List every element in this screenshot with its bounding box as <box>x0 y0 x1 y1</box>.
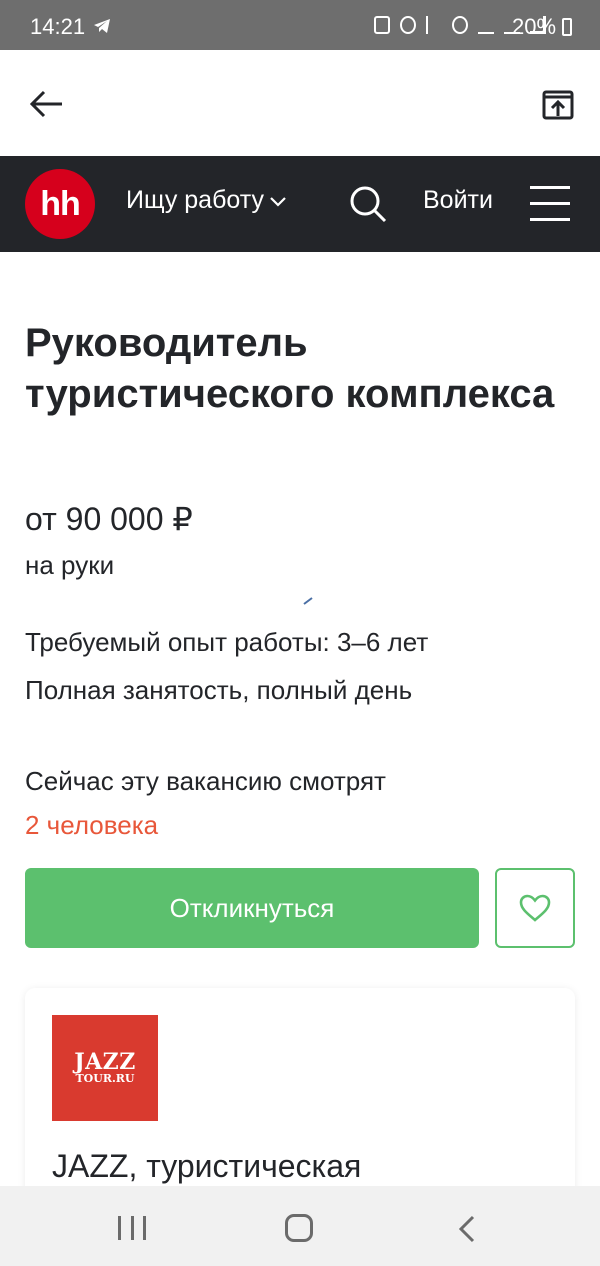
vacancy-title: Руководитель туристического комплекса <box>25 321 555 416</box>
back-arrow-icon[interactable] <box>26 84 66 124</box>
company-logo-title: JAZZ <box>74 1049 136 1075</box>
site-header: hh Ищу работу Войти <box>0 156 600 252</box>
nav-back-icon[interactable] <box>455 1214 479 1244</box>
status-bar: 14:21 20% <box>0 0 600 50</box>
salary: от 90 000 ₽ <box>25 501 193 537</box>
menu-icon[interactable] <box>530 186 570 222</box>
employment-type: Полная занятость, полный день <box>25 675 413 705</box>
recents-icon[interactable] <box>118 1216 146 1240</box>
notification-icon <box>374 16 390 34</box>
company-card[interactable]: JAZZ TOUR.RU JAZZ, туристическая <box>25 988 575 1208</box>
hh-logo[interactable]: hh <box>25 169 95 239</box>
role-select[interactable]: Ищу работу <box>126 186 288 215</box>
system-nav-bar <box>0 1186 600 1266</box>
experience-requirement: Требуемый опыт работы: 3–6 лет <box>25 627 429 657</box>
company-logo-subtitle: TOUR.RU <box>75 1072 135 1085</box>
search-icon[interactable] <box>348 184 388 224</box>
viewers-label: Сейчас эту вакансию смотрят <box>25 766 386 796</box>
company-name[interactable]: JAZZ, туристическая <box>52 1148 361 1185</box>
heart-icon <box>519 894 551 922</box>
battery-icon <box>562 18 572 36</box>
volte-icon <box>478 16 494 34</box>
browser-top-bar <box>0 50 600 156</box>
alarm-icon <box>400 16 416 34</box>
apply-button[interactable]: Откликнуться <box>25 868 479 948</box>
salary-note: на руки <box>25 550 115 580</box>
battery-percent: 20% <box>512 14 557 39</box>
login-button[interactable]: Войти <box>423 186 493 215</box>
bluetooth-icon <box>426 16 442 34</box>
company-logo[interactable]: JAZZ TOUR.RU <box>52 1015 158 1121</box>
hotspot-icon <box>452 16 468 34</box>
loading-indicator <box>303 597 313 605</box>
telegram-icon <box>94 19 110 33</box>
share-icon[interactable] <box>540 86 576 122</box>
viewers-count: 2 человека <box>25 810 159 840</box>
home-icon[interactable] <box>285 1214 313 1242</box>
status-time: 14:21 <box>30 14 86 39</box>
favorite-button[interactable] <box>495 868 575 948</box>
chevron-down-icon <box>270 196 286 207</box>
role-select-label: Ищу работу <box>126 186 264 214</box>
